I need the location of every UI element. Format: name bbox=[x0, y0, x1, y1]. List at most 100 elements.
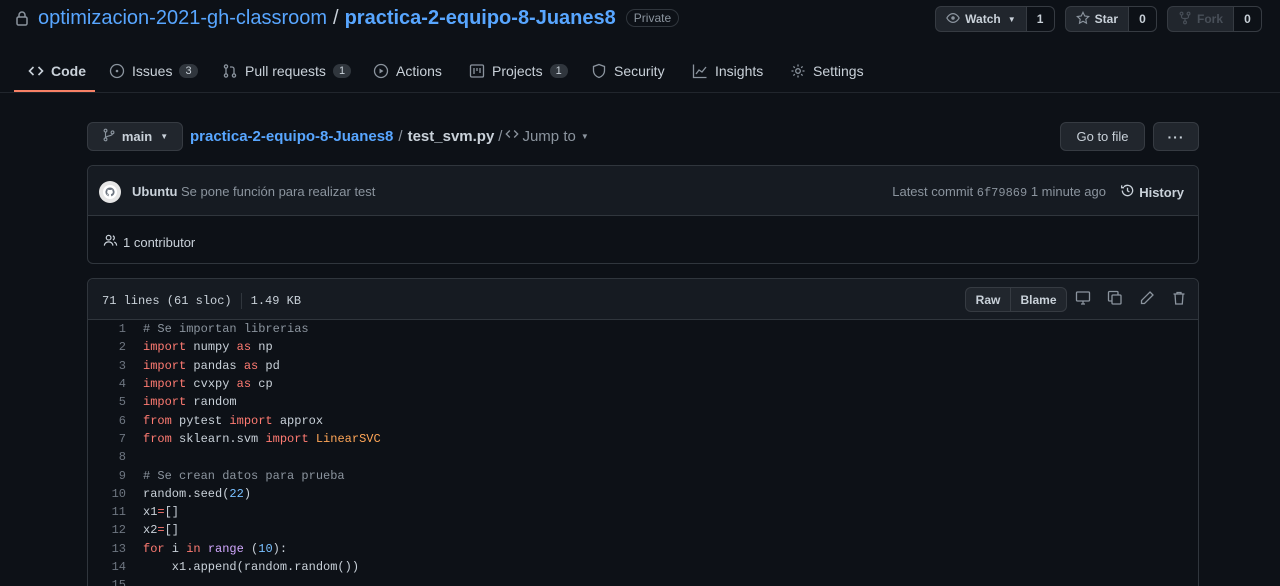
tab-code[interactable]: Code bbox=[28, 50, 86, 92]
code-token: ): bbox=[272, 541, 288, 556]
line-number[interactable]: 14 bbox=[88, 560, 126, 574]
file-size: 1.49 KB bbox=[250, 294, 302, 308]
code-line: 11 x1=[] bbox=[88, 503, 1198, 521]
tab-projects[interactable]: Projects 1 bbox=[469, 50, 568, 92]
more-options-button[interactable]: ··· bbox=[1153, 122, 1199, 151]
code-line: 14 x1.append(random.random()) bbox=[88, 558, 1198, 576]
code-token: as bbox=[236, 340, 252, 355]
branch-icon bbox=[102, 128, 116, 145]
tab-insights[interactable]: Insights bbox=[692, 50, 763, 92]
line-number[interactable]: 13 bbox=[88, 542, 126, 556]
star-label: Star bbox=[1094, 12, 1118, 26]
contributors-label: 1 contributor bbox=[123, 234, 196, 250]
line-source: # Se crean datos para prueba bbox=[126, 469, 345, 483]
trash-icon[interactable] bbox=[1171, 290, 1187, 306]
tab-label: Code bbox=[51, 63, 86, 79]
latest-commit-label: Latest commit bbox=[892, 184, 974, 199]
divider bbox=[240, 293, 242, 309]
repo-name-link[interactable]: practica-2-equipo-8-Juanes8 bbox=[345, 7, 616, 30]
commit-sha[interactable]: 6f79869 bbox=[977, 186, 1027, 200]
code-line: 13 for i in range (10): bbox=[88, 540, 1198, 558]
commit-message[interactable]: Se pone función para realizar test bbox=[181, 184, 375, 199]
contributors-link[interactable]: 1 contributor bbox=[103, 233, 195, 251]
line-number[interactable]: 9 bbox=[88, 469, 126, 483]
blame-button[interactable]: Blame bbox=[1011, 287, 1067, 312]
code-token: [] bbox=[164, 523, 180, 538]
repo-owner-link[interactable]: optimizacion-2021-gh-classroom bbox=[38, 7, 327, 30]
star-count[interactable]: 0 bbox=[1128, 6, 1157, 32]
tab-actions[interactable]: Actions bbox=[373, 50, 442, 92]
code-token: numpy bbox=[186, 340, 237, 355]
code-token: sklearn.svm bbox=[171, 431, 266, 446]
line-number[interactable]: 12 bbox=[88, 523, 126, 537]
fork-icon bbox=[1178, 11, 1192, 28]
visibility-badge: Private bbox=[625, 9, 680, 27]
fork-group: Fork 0 bbox=[1166, 6, 1262, 32]
code-line: 3 import pandas as pd bbox=[88, 357, 1198, 375]
line-number[interactable]: 10 bbox=[88, 487, 126, 501]
branch-name: main bbox=[121, 129, 153, 144]
repo-actions: Watch ▼ 1 Star 0 Fork 0 bbox=[935, 6, 1262, 32]
line-number[interactable]: 15 bbox=[88, 578, 126, 586]
tab-label: Actions bbox=[396, 63, 442, 79]
code-token: = bbox=[157, 523, 165, 538]
tab-settings[interactable]: Settings bbox=[790, 50, 864, 92]
star-button[interactable]: Star bbox=[1064, 6, 1129, 32]
history-link[interactable]: History bbox=[1120, 183, 1184, 201]
line-number[interactable]: 8 bbox=[88, 450, 126, 464]
line-number[interactable]: 3 bbox=[88, 359, 126, 373]
copy-icon[interactable] bbox=[1107, 290, 1123, 306]
line-source: for i in range (10): bbox=[126, 542, 287, 556]
code-token: ) bbox=[243, 486, 252, 501]
line-number[interactable]: 2 bbox=[88, 340, 126, 354]
code-line: 15 bbox=[88, 576, 1198, 586]
watch-button[interactable]: Watch ▼ bbox=[935, 6, 1027, 32]
commit-author[interactable]: Ubuntu bbox=[132, 184, 177, 199]
code-line: 7 from sklearn.svm import LinearSVC bbox=[88, 430, 1198, 448]
raw-blame-group: Raw Blame bbox=[965, 287, 1067, 312]
line-number[interactable]: 7 bbox=[88, 432, 126, 446]
pencil-icon[interactable] bbox=[1139, 290, 1155, 306]
chevron-down-icon: ▼ bbox=[160, 132, 169, 141]
code-token: np bbox=[251, 340, 273, 355]
jump-separator: / bbox=[498, 127, 503, 145]
tab-security[interactable]: Security bbox=[591, 50, 665, 92]
code-icon bbox=[505, 127, 520, 145]
line-number[interactable]: 5 bbox=[88, 395, 126, 409]
fork-count[interactable]: 0 bbox=[1234, 6, 1262, 32]
line-number[interactable]: 11 bbox=[88, 505, 126, 519]
code-body: 1 # Se importan librerias 2 import numpy as… bbox=[88, 320, 1198, 586]
avatar[interactable] bbox=[99, 181, 121, 203]
line-number[interactable]: 6 bbox=[88, 414, 126, 428]
tab-label: Projects bbox=[492, 63, 543, 79]
eye-icon bbox=[946, 11, 960, 28]
go-to-file-button[interactable]: Go to file bbox=[1060, 122, 1145, 151]
line-source: import random bbox=[126, 395, 237, 409]
star-icon bbox=[1075, 10, 1090, 28]
line-number[interactable]: 1 bbox=[88, 322, 126, 336]
gear-icon bbox=[790, 63, 806, 79]
code-token: in bbox=[186, 541, 201, 556]
fork-button[interactable]: Fork bbox=[1166, 6, 1234, 32]
history-label: History bbox=[1139, 184, 1184, 200]
line-number[interactable]: 4 bbox=[88, 377, 126, 391]
tab-pull-requests[interactable]: Pull requests 1 bbox=[222, 50, 352, 92]
jump-to-menu[interactable]: / Jump to ▼ bbox=[498, 127, 588, 145]
branch-selector[interactable]: main ▼ bbox=[87, 122, 183, 151]
code-token: approx bbox=[272, 413, 324, 428]
projects-counter: 1 bbox=[549, 64, 568, 78]
code-token: import bbox=[143, 377, 187, 392]
code-icon bbox=[28, 63, 44, 79]
code-token: import bbox=[265, 431, 309, 446]
code-token: import bbox=[143, 395, 187, 410]
desktop-icon[interactable] bbox=[1075, 290, 1091, 306]
chevron-down-icon: ▼ bbox=[1007, 14, 1016, 24]
line-count: 71 lines (61 sloc) bbox=[102, 294, 232, 308]
code-token: ( bbox=[243, 541, 259, 556]
code-token: i bbox=[164, 541, 187, 556]
watch-count[interactable]: 1 bbox=[1026, 6, 1055, 32]
commit-box: Ubuntu Se pone función para realizar tes… bbox=[87, 165, 1199, 264]
tab-issues[interactable]: Issues 3 bbox=[109, 50, 198, 92]
raw-button[interactable]: Raw bbox=[965, 287, 1011, 312]
breadcrumb-repo-link[interactable]: practica-2-equipo-8-Juanes8 bbox=[190, 128, 393, 145]
